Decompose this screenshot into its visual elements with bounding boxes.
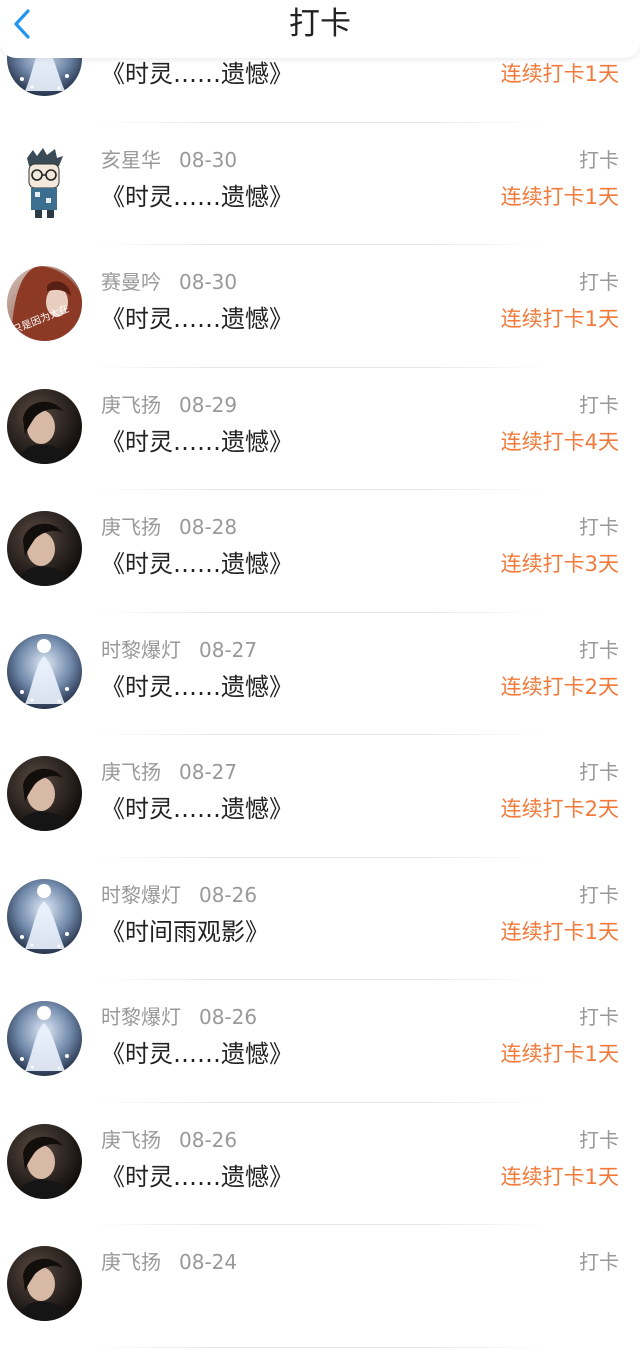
user-name[interactable]: 庚飞扬 xyxy=(101,760,161,784)
user-name[interactable]: 庚飞扬 xyxy=(101,1128,161,1152)
book-title[interactable]: 《时灵……遗憾》 xyxy=(101,1038,293,1070)
avatar[interactable] xyxy=(7,1123,82,1199)
checkin-date: 08-27 xyxy=(199,637,258,662)
avatar[interactable] xyxy=(7,756,82,831)
checkin-date: 08-24 xyxy=(179,1250,238,1274)
divider xyxy=(90,1346,550,1348)
list-item[interactable]: 庚飞扬 08-27 《时灵……遗憾》 打卡连续打卡2天 xyxy=(0,735,640,858)
user-name[interactable]: 时黎爆灯 xyxy=(101,1005,181,1029)
checkin-tag: 打卡 xyxy=(579,1127,619,1152)
list-item[interactable]: 亥星华 08-30 《时灵……遗憾》 打卡连续打卡1天 xyxy=(0,123,640,245)
checkin-tag: 打卡 xyxy=(579,392,619,417)
streak-label: 连续打卡2天 xyxy=(500,797,619,821)
item-meta: 庚飞扬 08-27 xyxy=(101,759,237,785)
avatar[interactable] xyxy=(7,633,82,709)
streak-label: 连续打卡1天 xyxy=(500,1042,619,1066)
checkin-tag: 打卡 xyxy=(579,147,619,172)
book-title[interactable]: 《时灵……遗憾》 xyxy=(101,671,293,703)
checkin-list: 时黎爆灯08-30《时灵……遗憾》打卡连续打卡1天亥星华08-30《时灵……遗憾… xyxy=(0,0,640,1348)
page-title: 打卡 xyxy=(289,6,351,42)
book-title[interactable]: 《时灵……遗憾》 xyxy=(101,303,293,335)
user-name[interactable]: 时黎爆灯 xyxy=(101,883,181,907)
user-name[interactable]: 时黎爆灯 xyxy=(101,638,181,662)
avatar[interactable] xyxy=(7,511,82,586)
checkin-date: 08-26 xyxy=(199,1005,258,1029)
streak-label: 连续打卡4天 xyxy=(500,429,619,454)
book-title[interactable]: 《时灵……遗憾》 xyxy=(101,58,293,90)
streak-label: 连续打卡3天 xyxy=(500,552,619,576)
book-title[interactable]: 《时灵……遗憾》 xyxy=(101,181,293,213)
user-name[interactable]: 赛曼吟 xyxy=(101,270,161,294)
checkin-date: 08-28 xyxy=(179,515,238,539)
checkin-date: 08-30 xyxy=(179,147,238,172)
streak-label: 连续打卡1天 xyxy=(500,919,619,944)
checkin-date: 08-29 xyxy=(179,392,238,417)
list-item[interactable]: 庚飞扬 08-26 《时灵……遗憾》 打卡连续打卡1天 xyxy=(0,1103,640,1225)
streak-label: 连续打卡1天 xyxy=(500,307,619,331)
item-meta: 赛曼吟 08-30 xyxy=(101,269,237,295)
book-title[interactable]: 《时灵……遗憾》 xyxy=(101,548,293,580)
checkin-tag: 打卡 xyxy=(579,637,619,662)
checkin-date: 08-26 xyxy=(199,882,258,907)
user-name[interactable]: 庚飞扬 xyxy=(101,393,161,417)
book-title[interactable]: 《时灵……遗憾》 xyxy=(101,793,293,825)
user-name[interactable]: 亥星华 xyxy=(101,148,161,172)
checkin-date: 08-26 xyxy=(179,1127,238,1152)
avatar[interactable] xyxy=(7,388,82,464)
checkin-tag: 打卡 xyxy=(579,270,619,294)
streak-label: 连续打卡1天 xyxy=(500,184,619,209)
streak-label: 连续打卡1天 xyxy=(500,62,619,86)
checkin-tag: 打卡 xyxy=(579,1250,619,1274)
book-title[interactable]: 《时灵……遗憾》 xyxy=(101,426,293,458)
list-item[interactable]: 时黎爆灯 08-26 《时间雨观影》 打卡连续打卡1天 xyxy=(0,858,640,980)
checkin-date: 08-30 xyxy=(179,270,238,294)
item-meta: 庚飞扬 08-29 xyxy=(101,392,237,418)
checkin-tag: 打卡 xyxy=(579,760,619,784)
list-item[interactable]: 时黎爆灯 08-26 《时灵……遗憾》 打卡连续打卡1天 xyxy=(0,980,640,1103)
item-meta: 庚飞扬 08-26 xyxy=(101,1127,237,1153)
avatar[interactable]: 只是因为太在 xyxy=(7,266,82,341)
list-item[interactable]: 庚飞扬 08-28 《时灵……遗憾》 打卡连续打卡3天 xyxy=(0,490,640,613)
book-title[interactable]: 《时间雨观影》 xyxy=(101,916,269,948)
list-item[interactable]: 时黎爆灯 08-27 《时灵……遗憾》 打卡连续打卡2天 xyxy=(0,613,640,735)
top-nav-bar: 打卡 xyxy=(0,0,640,58)
list-item[interactable]: 只是因为太在 赛曼吟 08-30 《时灵……遗憾》 打卡连续打卡1天 xyxy=(0,245,640,368)
item-meta: 亥星华 08-30 xyxy=(101,147,237,173)
item-meta: 时黎爆灯 08-27 xyxy=(101,637,257,663)
checkin-tag: 打卡 xyxy=(579,882,619,907)
item-meta: 庚飞扬 08-24 xyxy=(101,1249,237,1275)
user-name[interactable]: 庚飞扬 xyxy=(101,515,161,539)
list-item[interactable]: 庚飞扬 08-29 《时灵……遗憾》 打卡连续打卡4天 xyxy=(0,368,640,490)
user-name[interactable]: 庚飞扬 xyxy=(101,1250,161,1274)
avatar[interactable] xyxy=(7,878,82,954)
item-meta: 时黎爆灯 08-26 xyxy=(101,1004,257,1030)
avatar[interactable] xyxy=(7,1246,82,1321)
item-meta: 庚飞扬 08-28 xyxy=(101,514,237,540)
checkin-tag: 打卡 xyxy=(579,1005,619,1029)
list-item[interactable]: 庚飞扬 08-24 打卡 xyxy=(0,1225,640,1348)
streak-label: 连续打卡1天 xyxy=(500,1164,619,1189)
book-title[interactable]: 《时灵……遗憾》 xyxy=(101,1161,293,1193)
checkin-date: 08-27 xyxy=(179,760,238,784)
checkin-tag: 打卡 xyxy=(579,515,619,539)
avatar[interactable] xyxy=(7,1001,82,1076)
item-meta: 时黎爆灯 08-26 xyxy=(101,882,257,908)
avatar[interactable] xyxy=(7,143,82,219)
streak-label: 连续打卡2天 xyxy=(500,674,619,699)
